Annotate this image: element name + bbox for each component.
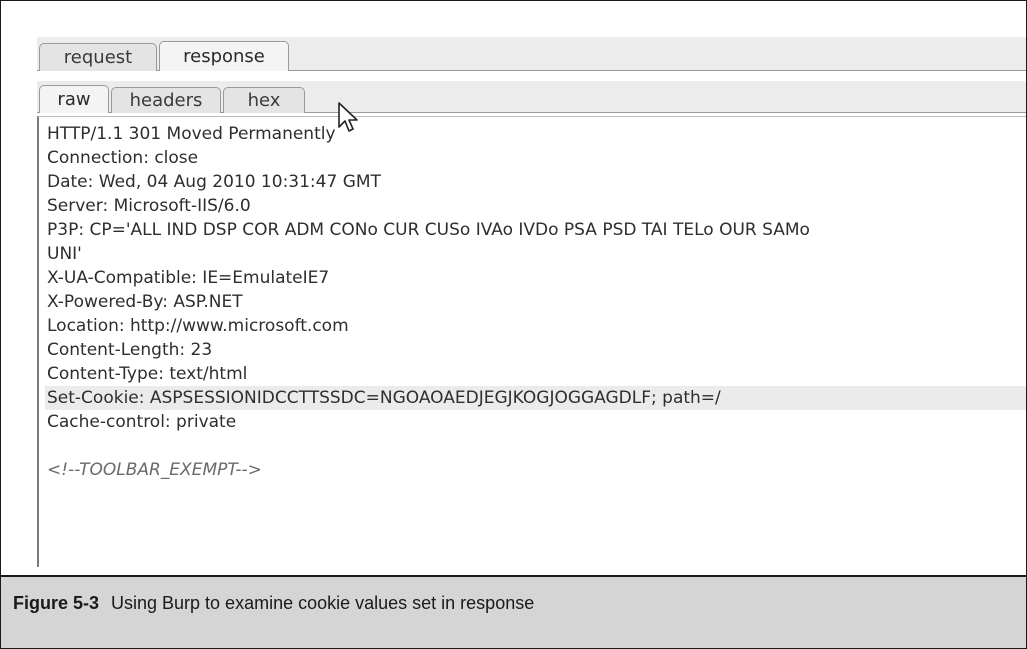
response-line: Cache-control: private xyxy=(47,412,237,432)
response-line: Date: Wed, 04 Aug 2010 10:31:47 GMT xyxy=(47,172,381,192)
tab-raw[interactable]: raw xyxy=(39,85,109,113)
response-line: Content-Type: text/html xyxy=(47,364,248,384)
figure-number: Figure 5-3 xyxy=(13,593,100,613)
response-text: HTTP/1.1 301 Moved Permanently Connection… xyxy=(45,122,1026,482)
mouse-pointer-icon xyxy=(338,102,358,132)
response-line: HTTP/1.1 301 Moved Permanently xyxy=(47,124,336,144)
response-line: Content-Length: 23 xyxy=(47,340,213,360)
figure-caption: Figure 5-3 Using Burp to examine cookie … xyxy=(1,575,1026,648)
response-line: P3P: CP='ALL IND DSP COR ADM CONo CUR CU… xyxy=(47,220,810,240)
tab-headers[interactable]: headers xyxy=(111,87,221,113)
response-line: UNI' xyxy=(47,244,82,264)
message-tabbar: request response xyxy=(37,37,1026,71)
figure-frame: request response raw headers hex HTTP/1.… xyxy=(0,0,1027,649)
response-line: X-UA-Compatible: IE=EmulateIE7 xyxy=(47,268,330,288)
response-line: Set-Cookie: ASPSESSIONIDCCTTSSDC=NGOAOAE… xyxy=(45,386,1026,410)
tab-hex[interactable]: hex xyxy=(223,87,305,113)
figure-caption-text: Using Burp to examine cookie values set … xyxy=(111,593,535,613)
response-line: Connection: close xyxy=(47,148,199,168)
tab-response[interactable]: response xyxy=(159,41,289,71)
response-line: Location: http://www.microsoft.com xyxy=(47,316,349,336)
response-line: <!--TOOLBAR_EXEMPT--> xyxy=(47,460,262,480)
response-line xyxy=(45,434,1026,458)
raw-response-pane[interactable]: HTTP/1.1 301 Moved Permanently Connection… xyxy=(37,116,1026,567)
response-line: X-Powered-By: ASP.NET xyxy=(47,292,243,312)
response-line: Server: Microsoft-IIS/6.0 xyxy=(47,196,251,216)
burp-response-viewer: request response raw headers hex HTTP/1.… xyxy=(1,1,1026,575)
tab-request[interactable]: request xyxy=(39,43,157,71)
view-tabbar: raw headers hex xyxy=(37,81,1026,113)
